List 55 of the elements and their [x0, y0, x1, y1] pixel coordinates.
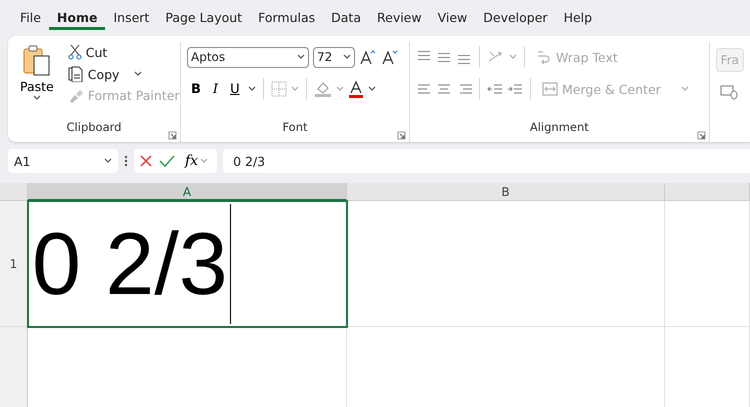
dialog-launcher-icon[interactable] [696, 131, 706, 140]
merge-cells-icon [542, 81, 558, 97]
chevron-down-icon[interactable] [134, 71, 142, 77]
increase-font-icon[interactable] [359, 48, 377, 66]
ribbon-tab[interactable]: Developer [475, 6, 556, 30]
ribbon-tab[interactable]: File [12, 6, 49, 30]
chevron-down-icon[interactable] [368, 86, 376, 92]
cancel-icon[interactable] [139, 154, 153, 168]
chevron-down-icon[interactable] [343, 54, 351, 60]
clipboard-icon [22, 44, 52, 78]
cell[interactable] [665, 201, 750, 327]
ribbon-tab[interactable]: Page Layout [157, 6, 250, 30]
chevron-down-icon[interactable] [104, 158, 112, 164]
decrease-font-icon[interactable] [381, 48, 399, 66]
row-header[interactable]: 1 [0, 201, 28, 327]
ribbon-tab[interactable]: Data [323, 6, 369, 30]
bold-button[interactable]: B [187, 80, 205, 98]
group-label: Alignment [528, 119, 590, 134]
borders-icon[interactable] [270, 81, 287, 97]
cell-text: 0 2/3 [32, 220, 228, 308]
chevron-down-icon[interactable] [248, 86, 256, 92]
ribbon-panel: Paste Cut Copy Format Painter Clipboard Aptos 72 B I U Font Wrap Text Merge & Center Alignment Fra [8, 36, 750, 142]
font-color-icon[interactable] [348, 80, 364, 98]
ribbon-tab[interactable]: Home [48, 6, 106, 30]
ribbon-tab[interactable]: View [430, 6, 476, 30]
insert-function-button[interactable]: fx [181, 151, 212, 171]
column-header[interactable]: B [347, 183, 665, 201]
column-header[interactable]: A [28, 183, 347, 201]
scissors-icon [68, 44, 82, 60]
copy-icon [68, 66, 84, 82]
italic-button[interactable]: I [208, 80, 222, 98]
font-name-dropdown[interactable]: Aptos [187, 46, 309, 68]
cell[interactable] [347, 201, 665, 327]
ribbon-tab[interactable]: Insert [105, 6, 158, 30]
cell[interactable]: 0 2/3 [27, 200, 348, 328]
fill-bucket-icon[interactable] [314, 80, 332, 98]
name-box[interactable]: A1 [8, 149, 118, 173]
group-label: Clipboard [66, 119, 122, 134]
chevron-down-icon[interactable] [297, 54, 305, 60]
cell-styles-icon[interactable] [720, 84, 738, 100]
chevron-down-icon[interactable] [32, 95, 41, 101]
wrap-text-icon [536, 49, 552, 65]
paste-button[interactable]: Paste [14, 42, 60, 118]
dialog-launcher-icon[interactable] [168, 131, 177, 140]
formula-input[interactable]: 0 2/3 [223, 149, 750, 173]
enter-check-icon[interactable] [159, 154, 175, 168]
ribbon-tab[interactable]: Help [556, 6, 600, 30]
font-size-dropdown[interactable]: 72 [313, 46, 355, 68]
underline-button[interactable]: U [226, 80, 244, 98]
group-label: Font [281, 119, 309, 134]
paintbrush-icon [68, 88, 84, 102]
dialog-launcher-icon[interactable] [396, 131, 406, 140]
more-options-icon[interactable] [124, 155, 128, 167]
ribbon-tab[interactable]: Review [369, 6, 430, 30]
ribbon-tab[interactable]: Formulas [250, 6, 324, 30]
